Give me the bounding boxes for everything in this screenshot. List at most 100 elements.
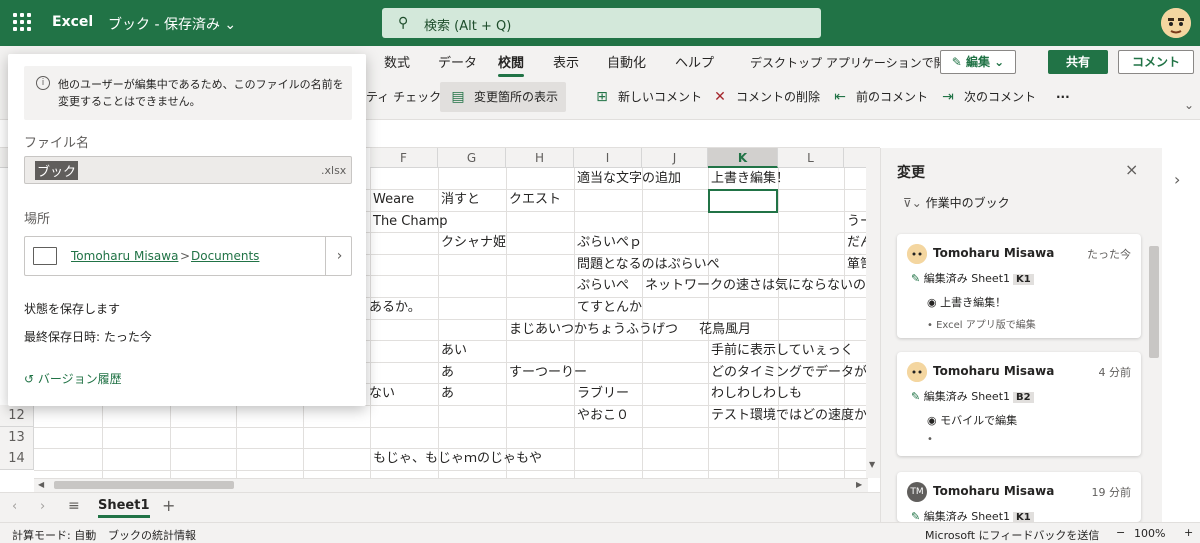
tab-help[interactable]: ヘルプ (675, 52, 714, 71)
location-field[interactable]: Tomoharu Misawa > Documents › (24, 236, 352, 276)
previous-comment-button[interactable]: ⇤ 前のコメント (830, 82, 928, 112)
scroll-thumb[interactable] (54, 481, 234, 489)
cell[interactable]: てすとんか (574, 297, 642, 318)
tab-review[interactable]: 校閲 (498, 52, 525, 77)
ribbon-collapse-icon[interactable]: ⌄ (1184, 98, 1194, 112)
vertical-scrollbar[interactable]: ▼ (866, 148, 880, 478)
chevron-right-icon[interactable]: › (1174, 170, 1180, 189)
column-header-g[interactable]: G (438, 148, 506, 168)
location-folder-link[interactable]: Documents (191, 249, 259, 263)
cell[interactable]: Weare (370, 189, 414, 210)
cell[interactable]: テスト環境ではどの速度か (708, 405, 866, 426)
changes-filter[interactable]: ⊽⌄ 作業中のブック (903, 194, 1010, 211)
app-launcher-icon[interactable] (13, 13, 31, 31)
cell[interactable]: わしわしわしも (708, 383, 802, 404)
tab-formulas[interactable]: 数式 (384, 52, 410, 71)
all-sheets-icon[interactable]: ≡ (68, 498, 80, 514)
prev-sheet-icon[interactable]: ‹ (12, 499, 17, 514)
comments-button[interactable]: コメント (1118, 50, 1194, 74)
new-comment-button[interactable]: ⊞ 新しいコメント (592, 82, 702, 112)
tab-view[interactable]: 表示 (553, 52, 579, 71)
filename-field[interactable]: ブック .xlsx (24, 156, 352, 184)
workbook-stats[interactable]: ブックの統計情報 (108, 527, 196, 543)
column-header-k[interactable]: K (708, 148, 778, 168)
change-time: たった今 (1087, 248, 1131, 261)
add-sheet-button[interactable]: + (162, 496, 175, 515)
column-header-i[interactable]: I (574, 148, 642, 168)
cell[interactable]: あ (438, 383, 454, 404)
document-title[interactable]: ブック - 保存済み ⌄ (108, 14, 236, 34)
column-header-f[interactable]: F (370, 148, 438, 168)
cell[interactable]: 消すと (438, 189, 480, 210)
version-history-link[interactable]: ↺ バージョン履歴 (24, 370, 122, 387)
change-cell-ref[interactable]: B2 (1013, 392, 1034, 403)
cell[interactable]: ない (366, 383, 395, 404)
cell[interactable]: ぷらいぺｐ (574, 232, 642, 253)
edit-mode-button[interactable]: ✎ 編集 ⌄ (940, 50, 1016, 74)
user-avatar[interactable] (1161, 8, 1191, 38)
calc-mode[interactable]: 計算モード: 自動 (12, 527, 96, 543)
column-header-h[interactable]: H (506, 148, 574, 168)
cell[interactable]: 問題となるのはぷらいぺ (574, 254, 720, 275)
row-header-12[interactable]: 12 (0, 405, 34, 427)
cell[interactable]: ネットワークの速さは気にならないの (642, 275, 866, 296)
cell[interactable]: クエスト (506, 189, 561, 210)
cell[interactable]: やおこ０ (574, 405, 629, 426)
cell[interactable]: 適当な文字の追加 (574, 168, 681, 189)
cell[interactable]: 花鳥風月 (696, 319, 751, 340)
cell[interactable]: ぷらいぺ (574, 275, 629, 296)
share-button[interactable]: 共有 (1048, 50, 1108, 74)
tab-automate[interactable]: 自動化 (607, 52, 646, 71)
more-options-button[interactable]: ··· (1056, 82, 1070, 112)
show-changes-button[interactable]: ▤ 変更箇所の表示 (440, 82, 567, 112)
zoom-level[interactable]: 100% (1134, 527, 1165, 540)
cell[interactable]: 手前に表示していぇっく (708, 340, 854, 361)
change-card[interactable]: Tomoharu Misawa 4 分前 ✎ 編集済み Sheet1 B2 ◉ モ… (897, 352, 1141, 456)
delete-comment-button[interactable]: ✕ コメントの削除 (710, 82, 820, 112)
scroll-left-icon[interactable]: ◀ (38, 480, 44, 489)
status-bar: 計算モード: 自動 ブックの統計情報 Microsoft にフィードバックを送信… (0, 522, 1200, 543)
accessibility-check-button[interactable]: ティ チェック (366, 82, 441, 112)
cell[interactable]: あるか。 (366, 297, 421, 318)
cell[interactable]: あ (438, 362, 454, 383)
cell[interactable]: あい (438, 340, 467, 361)
row-header-14[interactable]: 14 (0, 448, 34, 470)
zoom-in-button[interactable]: + (1184, 526, 1193, 539)
cell[interactable]: 上書き編集！ (708, 168, 789, 189)
scroll-down-icon[interactable]: ▼ (869, 460, 875, 469)
cell[interactable]: The Champ (370, 211, 448, 232)
search-box[interactable]: ⚲ 検索 (Alt + Q) (382, 8, 821, 38)
column-header-j[interactable]: J (642, 148, 708, 168)
horizontal-scrollbar[interactable]: ◀ ▶ (34, 478, 868, 492)
open-in-desktop-link[interactable]: デスクトップ アプリケーションで開く (750, 54, 958, 71)
cell[interactable]: ラブリー (574, 383, 629, 404)
zoom-out-button[interactable]: − (1116, 526, 1125, 539)
chevron-right-icon[interactable]: › (325, 237, 353, 275)
app-name[interactable]: Excel (52, 14, 93, 30)
selected-cell-k2[interactable] (708, 189, 778, 213)
tab-data[interactable]: データ (438, 52, 477, 71)
change-time: 4 分前 (1098, 366, 1132, 379)
sheet-tab-sheet1[interactable]: Sheet1 (98, 498, 150, 518)
accessibility-check-label: ティ チェック (366, 90, 442, 104)
next-comment-button[interactable]: ⇥ 次のコメント (938, 82, 1036, 112)
gridline (778, 168, 779, 478)
next-sheet-icon[interactable]: › (40, 499, 45, 514)
cell[interactable]: まじあいつかちょうふうげつ (506, 319, 678, 340)
change-card[interactable]: Tomoharu Misawa たった今 ✎ 編集済み Sheet1 K1 ◉ 上… (897, 234, 1141, 338)
change-value: 上書き編集！ (940, 296, 1007, 309)
scroll-right-icon[interactable]: ▶ (856, 480, 862, 489)
change-cell-ref[interactable]: K1 (1013, 274, 1034, 285)
cell[interactable]: クシャナ姫 (438, 232, 506, 253)
feedback-link[interactable]: Microsoft にフィードバックを送信 (925, 527, 1099, 543)
change-meta: ✎ 編集済み Sheet1 K1 (911, 270, 1034, 286)
cell[interactable]: すーつーりー (506, 362, 587, 383)
cell[interactable]: もじゃ、もじゃｍのじゃもや (370, 448, 542, 469)
row-header-13[interactable]: 13 (0, 427, 34, 449)
changes-pane-scroll-thumb[interactable] (1149, 246, 1159, 358)
change-card[interactable]: TM Tomoharu Misawa 19 分前 ✎ 編集済み Sheet1 K1 (897, 472, 1141, 523)
column-header-l[interactable]: L (778, 148, 844, 168)
location-user-link[interactable]: Tomoharu Misawa (71, 249, 178, 263)
close-icon[interactable]: × (1125, 160, 1138, 179)
cell[interactable]: どのタイミングでデータが (708, 362, 866, 383)
